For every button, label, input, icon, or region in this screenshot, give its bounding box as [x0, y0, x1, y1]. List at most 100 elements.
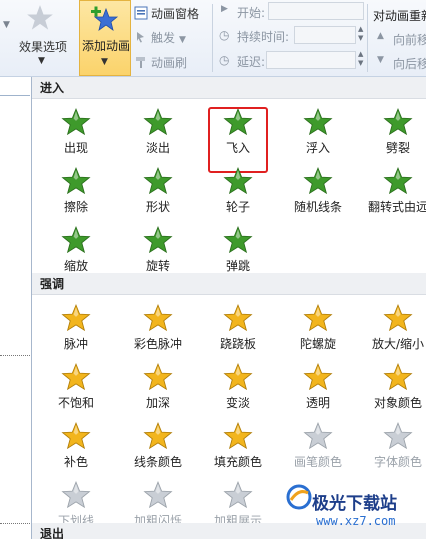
- watermark-name: 极光下载站: [312, 494, 397, 514]
- star-darken-icon: [143, 363, 173, 391]
- animation-item-label: 对象颜色: [373, 396, 422, 410]
- section-header: 进入: [32, 77, 426, 99]
- star-fade-icon: [143, 108, 173, 136]
- ribbon: 效果选项 ▼ ▼ 添加动画 ▼ 动画窗格 触发 ▼ 动画刷 ▶ 开始: ◷ 持续时…: [0, 0, 426, 77]
- animation-item[interactable]: 轮子: [198, 162, 278, 220]
- animation-item[interactable]: 陀螺旋: [278, 299, 358, 357]
- effect-options-button[interactable]: 效果选项 ▼ ▼: [0, 0, 78, 76]
- star-wipe-icon: [61, 167, 91, 195]
- animation-item[interactable]: 变淡: [198, 358, 278, 416]
- animation-item[interactable]: 彩色脉冲: [118, 299, 198, 357]
- ribbon-separator: [212, 4, 213, 72]
- animation-item-label: 脉冲: [63, 337, 88, 351]
- move-later-button[interactable]: 向后移: [393, 55, 426, 72]
- animation-item[interactable]: 填充颜色: [198, 417, 278, 475]
- trigger-icon: [137, 32, 144, 43]
- star-transparency-icon: [303, 363, 333, 391]
- animation-item[interactable]: 线条颜色: [118, 417, 198, 475]
- star-appear-icon: [61, 108, 91, 136]
- animation-item[interactable]: 旋转: [118, 221, 198, 279]
- start-label: 开始:: [237, 6, 266, 20]
- animation-item-label: 缩放: [63, 259, 88, 273]
- start-select[interactable]: [268, 2, 364, 20]
- animation-item[interactable]: 加深: [118, 358, 198, 416]
- animation-item[interactable]: 不饱和: [36, 358, 116, 416]
- divider: [0, 523, 30, 524]
- animation-pane-icon: [134, 6, 148, 20]
- animation-item-label: 轮子: [225, 200, 250, 214]
- trigger-button[interactable]: 触发 ▼: [134, 29, 186, 46]
- chevron-down-icon: ▼: [101, 57, 108, 67]
- divider: [0, 355, 30, 356]
- star-desaturate-icon: [61, 363, 91, 391]
- animation-item[interactable]: 对象颜色: [358, 358, 426, 416]
- star-zoom-icon: [61, 226, 91, 254]
- ribbon-separator: [367, 4, 368, 72]
- move-earlier-button[interactable]: 向前移: [393, 31, 426, 48]
- star-random-bars-icon: [303, 167, 333, 195]
- animation-item-label: 随机线条: [293, 200, 342, 214]
- animation-pane-label: 动画窗格: [151, 7, 200, 21]
- animation-item[interactable]: 淡出: [118, 103, 198, 161]
- animation-item-label: 淡出: [145, 141, 170, 155]
- animation-item: 字体颜色: [358, 417, 426, 475]
- spin-up-icon[interactable]: ▲: [358, 50, 363, 58]
- animation-item[interactable]: 缩放: [36, 221, 116, 279]
- watermark-url: www.xz7.com: [316, 514, 396, 528]
- animation-item[interactable]: 弹跳: [198, 221, 278, 279]
- star-teeter-icon: [223, 304, 253, 332]
- animation-painter-button[interactable]: 动画刷: [134, 54, 187, 71]
- animation-item[interactable]: 补色: [36, 417, 116, 475]
- animation-item-label: 透明: [305, 396, 330, 410]
- arrow-up-icon: ▲: [377, 31, 384, 41]
- animation-item-label: 补色: [63, 455, 88, 469]
- star-float-in-icon: [303, 108, 333, 136]
- animation-item[interactable]: 跷跷板: [198, 299, 278, 357]
- animation-item[interactable]: 浮入: [278, 103, 358, 161]
- star-lighten-icon: [223, 363, 253, 391]
- star-grow-turn-icon: [383, 167, 413, 195]
- delay-input[interactable]: [266, 51, 356, 69]
- spin-up-icon[interactable]: ▲: [358, 25, 363, 33]
- star-object-color-icon: [383, 363, 413, 391]
- star-wheel-icon: [223, 167, 253, 195]
- animation-item[interactable]: 脉冲: [36, 299, 116, 357]
- animation-item-label: 加深: [145, 396, 170, 410]
- reorder-title: 对动画重新: [373, 9, 426, 23]
- animation-gallery: 进入 出现 淡出 飞入 浮入 劈裂 擦除 形状 轮子 随机线条 翻转式由远 缩放 旋转 弹跳 强调 脉冲 彩色脉…: [31, 77, 426, 539]
- add-animation-button[interactable]: 添加动画 ▼: [79, 0, 131, 76]
- divider: [0, 95, 30, 96]
- chevron-down-icon: ▼: [179, 35, 186, 45]
- spin-down-icon[interactable]: ▼: [358, 34, 363, 42]
- star-spin-icon: [303, 304, 333, 332]
- animation-item-label: 擦除: [63, 200, 88, 214]
- animation-item-label: 不饱和: [57, 396, 94, 410]
- spin-down-icon[interactable]: ▼: [358, 59, 363, 67]
- animation-item[interactable]: 出现: [36, 103, 116, 161]
- animation-item[interactable]: 擦除: [36, 162, 116, 220]
- animation-pane-button[interactable]: 动画窗格: [134, 5, 199, 22]
- add-animation-label: 添加动画: [82, 39, 131, 53]
- duration-label: 持续时间:: [237, 30, 290, 44]
- star-bold-flash-icon: [143, 481, 173, 509]
- animation-item-label: 跷跷板: [219, 337, 256, 351]
- animation-item-label: 放大/缩小: [371, 337, 425, 351]
- animation-item-label: 填充颜色: [213, 455, 262, 469]
- animation-item[interactable]: 透明: [278, 358, 358, 416]
- section-header: 强调: [32, 273, 426, 295]
- animation-item[interactable]: 劈裂: [358, 103, 426, 161]
- animation-item-label: 字体颜色: [373, 455, 422, 469]
- animation-item-label: 劈裂: [385, 141, 410, 155]
- chevron-down-icon: ▼: [3, 20, 10, 30]
- animation-item[interactable]: 放大/缩小: [358, 299, 426, 357]
- trigger-label: 触发: [151, 31, 176, 45]
- duration-input[interactable]: [294, 26, 356, 44]
- animation-item-label: 线条颜色: [133, 455, 182, 469]
- animation-item[interactable]: 随机线条: [278, 162, 358, 220]
- animation-item[interactable]: 形状: [118, 162, 198, 220]
- animation-item-label: 彩色脉冲: [133, 337, 182, 351]
- animation-item[interactable]: 翻转式由远: [358, 162, 426, 220]
- star-shape-icon: [143, 167, 173, 195]
- effect-options-icon: [27, 5, 53, 30]
- start-icon: ▶: [221, 4, 228, 14]
